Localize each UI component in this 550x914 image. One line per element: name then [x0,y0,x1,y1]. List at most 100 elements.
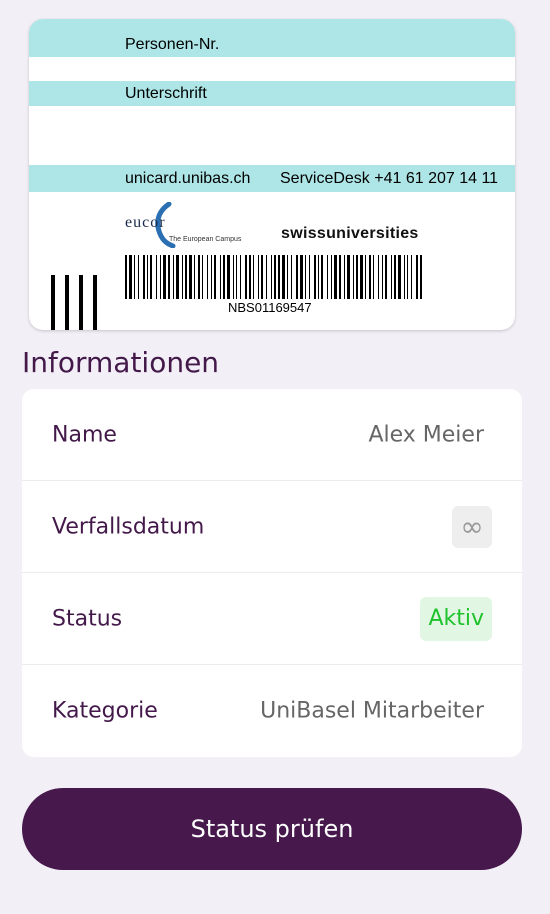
barcode-bar [394,255,396,299]
barcode-bar [420,255,422,299]
status-label: Status [52,606,123,631]
barcode-bar [305,255,306,299]
barcode-bar [398,255,401,299]
barcode-bar [176,255,179,299]
category-value: UniBasel Mitarbeiter [260,698,484,724]
servicedesk-text: ServiceDesk +41 61 207 14 11 [280,170,499,187]
swissuniversities-logo: swissuniversities [281,225,419,242]
eucor-subtitle: The European Campus [169,236,242,243]
barcode-bar [300,255,303,299]
barcode-bar [249,255,251,299]
contact-band: unicard.unibas.ch ServiceDesk +41 61 207… [29,165,515,192]
barcode-bar [353,255,354,299]
check-status-button[interactable]: Status prüfen [22,788,522,870]
barcode-bar [344,255,345,299]
barcode-bar [227,255,230,299]
info-row-status: Status Aktiv [22,573,522,665]
info-card: Name Alex Meier Verfallsdatum ∞ Status A… [22,389,522,757]
barcode-bar [382,255,383,299]
barcode-bar [220,255,221,299]
info-row-expiry: Verfallsdatum ∞ [22,481,522,573]
barcode-bar [278,255,280,299]
barcode-bar [378,255,379,299]
barcode-bar [163,255,166,299]
barcode-bar [334,255,337,299]
barcode-bar [207,255,208,299]
barcode-bar [365,255,366,299]
info-row-name: Name Alex Meier [22,389,522,481]
barcode-bar [125,255,127,299]
barcode-bar [211,255,212,299]
barcode-bar [261,255,263,299]
barcode-bar [168,255,170,299]
person-nr-band: Personen-Nr. [29,19,515,57]
barcode-bar [314,255,316,299]
barcode-bar [369,255,371,299]
barcode-bar [253,255,254,299]
barcode-bar [194,255,195,299]
expiry-label: Verfallsdatum [52,514,205,539]
barcode-bar [291,255,292,299]
barcode-bar [318,255,319,299]
barcode-bar [134,255,135,299]
barcode-bar [245,255,247,299]
barcode-bar [150,255,152,299]
name-value: Alex Meier [368,422,484,447]
barcode-bar [339,255,341,299]
barcode-bar [287,255,288,299]
signature-label: Unterschrift [125,85,207,102]
barcode-bar [138,255,139,299]
infinity-icon: ∞ [452,505,492,548]
barcode-bar [404,255,405,299]
barcode-bar [182,255,183,299]
card-edge-marks-icon [51,275,97,330]
barcode-bar [214,255,216,299]
barcode-bar [233,255,234,299]
barcode-bar [266,255,267,299]
barcode-bar [240,255,241,299]
category-label: Kategorie [52,698,158,724]
barcode-bar [173,255,174,299]
person-nr-label: Personen-Nr. [125,36,220,53]
barcode-bar [416,255,418,299]
barcode-bar [407,255,408,299]
status-badge: Aktiv [420,596,492,641]
barcode-bar [282,255,285,299]
barcode-bar [258,255,259,299]
barcode-bar [143,255,145,299]
barcode-number: NBS01169547 [228,300,312,315]
barcode-bar [360,255,363,299]
signature-band: Unterschrift [29,81,515,106]
eucor-logo: eucor The European Campus [125,202,245,248]
barcode-bar [236,255,237,299]
barcode-bar [321,255,323,299]
barcode-bar [271,255,272,299]
barcode-bar [147,255,148,299]
barcode-bar [391,255,392,299]
barcode-bar [347,255,350,299]
card-barcode [125,255,422,299]
app-screen: Personen-Nr. Unterschrift unicard.unibas… [0,0,550,914]
barcode-bar [411,255,412,299]
barcode-bar [185,255,187,299]
barcode-bar [274,255,276,299]
name-label: Name [52,422,117,447]
unicard-back: Personen-Nr. Unterschrift unicard.unibas… [29,19,515,330]
website-text: unicard.unibas.ch [125,170,251,187]
section-title-information: Informationen [22,346,220,379]
barcode-bar [385,255,387,299]
barcode-bar [296,255,298,299]
barcode-bar [156,255,157,299]
barcode-bar [202,255,203,299]
barcode-bar [327,255,328,299]
barcode-bar [223,255,225,299]
barcode-bar [129,255,132,299]
barcode-bar [198,255,200,299]
barcode-bar [356,255,358,299]
barcode-bar [309,255,310,299]
barcode-bar [160,255,161,299]
barcode-bar [189,255,192,299]
info-row-category: Kategorie UniBasel Mitarbeiter [22,665,522,757]
eucor-logo-text: eucor [125,214,166,231]
barcode-bar [373,255,374,299]
